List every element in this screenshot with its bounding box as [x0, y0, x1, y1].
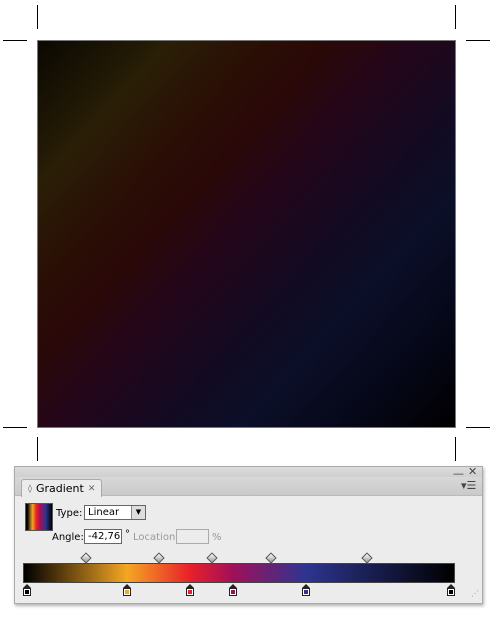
midpoint-diamond[interactable] — [206, 552, 218, 564]
tab-label: Gradient — [35, 482, 84, 495]
color-stop[interactable] — [447, 584, 455, 596]
angle-input[interactable]: -42,76 — [84, 529, 122, 544]
midpoint-diamond[interactable] — [265, 552, 277, 564]
type-select[interactable]: Linear ▼ — [84, 505, 146, 520]
percent-symbol: % — [212, 532, 222, 543]
resize-grip-icon[interactable]: ⋰ — [471, 589, 479, 598]
tab-close-icon[interactable]: ✕ — [88, 484, 96, 494]
gradient-panel: — ✕ ◊ Gradient ✕ ▾☰ Type: Linear ▼ Angle… — [14, 465, 483, 604]
color-stop[interactable] — [301, 584, 310, 596]
crop-mark — [37, 5, 38, 29]
color-stop[interactable] — [23, 584, 31, 596]
crop-mark — [3, 427, 27, 428]
tab-gradient[interactable]: ◊ Gradient ✕ — [21, 479, 103, 497]
color-stop[interactable] — [122, 584, 131, 596]
crop-mark — [37, 437, 38, 461]
color-stop[interactable] — [228, 584, 237, 596]
gradient-slider-bar[interactable] — [23, 563, 455, 583]
crop-mark — [3, 40, 27, 41]
panel-menu-icon[interactable]: ▾☰ — [461, 479, 476, 492]
crop-mark — [466, 40, 490, 41]
crop-mark — [455, 437, 456, 461]
crop-mark — [466, 427, 490, 428]
midpoint-diamond[interactable] — [80, 552, 92, 564]
chevron-down-icon[interactable]: ▼ — [131, 506, 145, 519]
midpoint-diamond[interactable] — [361, 552, 373, 564]
midpoint-diamond[interactable] — [153, 552, 165, 564]
type-value: Linear — [88, 507, 120, 518]
type-label: Type: — [56, 508, 83, 519]
artboard-gradient-rectangle[interactable] — [37, 40, 456, 428]
crop-mark — [455, 5, 456, 29]
tab-expand-icon[interactable]: ◊ — [28, 484, 32, 493]
panel-titlebar[interactable]: — ✕ — [15, 465, 482, 480]
angle-label: Angle: — [52, 532, 84, 543]
degree-symbol: ° — [125, 529, 130, 540]
location-input[interactable] — [176, 529, 209, 544]
color-stop[interactable] — [185, 584, 194, 596]
location-label: Location: — [133, 532, 179, 543]
gradient-preview-swatch[interactable] — [25, 503, 53, 531]
